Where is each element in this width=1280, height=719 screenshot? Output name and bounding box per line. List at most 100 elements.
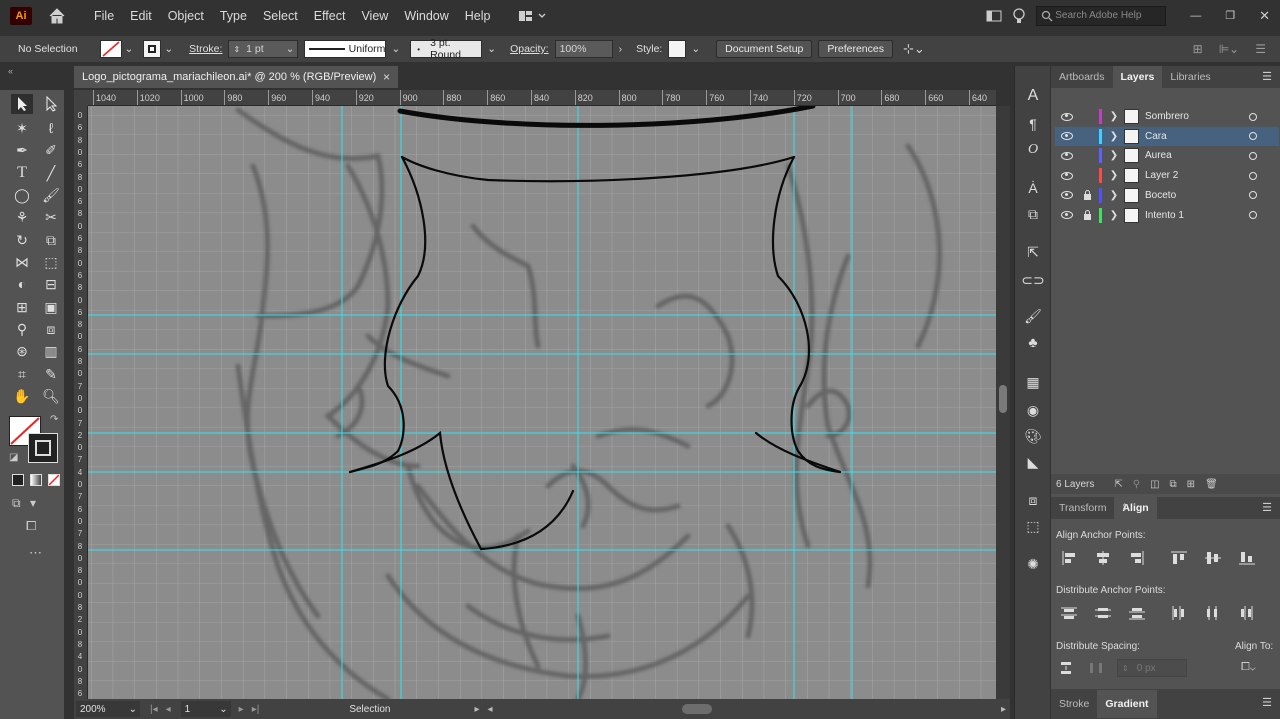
align-right-icon[interactable] — [1127, 550, 1147, 566]
color-mode-icon[interactable] — [12, 474, 24, 486]
free-transform-tool-icon[interactable]: ⬚ — [40, 252, 62, 272]
layer-row[interactable]: ❯ Layer 2 — [1055, 166, 1279, 185]
color-guide-panel-icon[interactable]: ◣ — [1023, 452, 1043, 472]
vertical-distribute-space-icon[interactable] — [1059, 661, 1075, 678]
status-menu-icon[interactable]: ▸ — [474, 704, 479, 715]
layer-name[interactable]: Cara — [1145, 131, 1167, 142]
target-circle-icon[interactable] — [1249, 211, 1257, 219]
swatches-panel-icon[interactable]: ▦ — [1023, 372, 1043, 392]
swap-colors-icon[interactable]: ↷ — [50, 414, 58, 425]
drawing-mode-icon[interactable]: ⧉ — [12, 496, 21, 511]
opacity-field[interactable]: 100% — [554, 40, 613, 58]
target-circle-icon[interactable] — [1249, 191, 1257, 200]
scroll-right-icon[interactable]: ▸ — [1001, 704, 1006, 715]
menu-select[interactable]: Select — [255, 9, 306, 23]
previous-artboard-icon[interactable]: ◂ — [166, 704, 171, 715]
mesh-tool-icon[interactable]: ⊞ — [11, 297, 33, 317]
close-window-icon[interactable]: ✕ — [1259, 8, 1270, 24]
clipping-mask-icon[interactable]: ◫ — [1150, 479, 1159, 490]
blend-tool-icon[interactable]: ⧈ — [40, 319, 62, 339]
stroke-dropdown-icon[interactable]: ⌄ — [164, 43, 173, 55]
expand-chevron-icon[interactable]: ❯ — [1108, 210, 1120, 221]
brush-dropdown-icon[interactable]: ⌄ — [487, 43, 496, 55]
align-horizontal-center-icon[interactable] — [1093, 550, 1113, 566]
document-setup-button[interactable]: Document Setup — [716, 40, 813, 58]
align-vertical-center-icon[interactable] — [1203, 550, 1223, 566]
fill-swatch[interactable] — [99, 40, 122, 58]
visibility-eye-icon[interactable] — [1061, 191, 1073, 200]
collapse-toolbar-icon[interactable]: « — [8, 66, 13, 76]
tab-stroke[interactable]: Stroke — [1051, 693, 1097, 715]
preferences-button[interactable]: Preferences — [818, 40, 893, 58]
fill-dropdown-icon[interactable]: ⌄ — [125, 43, 134, 55]
expand-chevron-icon[interactable]: ❯ — [1108, 170, 1120, 181]
layer-name[interactable]: Intento 1 — [1145, 210, 1184, 221]
opentype-panel-icon[interactable]: O — [1023, 140, 1043, 160]
distribute-top-icon[interactable] — [1059, 605, 1079, 621]
artboard-canvas[interactable] — [88, 106, 996, 699]
tab-transform[interactable]: Transform — [1051, 497, 1114, 519]
layer-row[interactable]: ❯ Boceto — [1055, 186, 1279, 205]
panel-menu-icon[interactable]: ☰ — [1262, 501, 1272, 514]
lock-toggle[interactable] — [1079, 190, 1095, 201]
visibility-eye-icon[interactable] — [1061, 132, 1073, 141]
distribute-right-icon[interactable] — [1237, 605, 1257, 621]
brush-definition[interactable]: • 3 pt. Round — [410, 37, 483, 61]
gradient-mode-icon[interactable] — [30, 474, 42, 486]
vertical-scroll-thumb[interactable] — [999, 385, 1007, 413]
eyedropper-tool-icon[interactable]: ⚲ — [11, 319, 33, 339]
menu-edit[interactable]: Edit — [122, 9, 160, 23]
menu-help[interactable]: Help — [457, 9, 499, 23]
ellipse-tool-icon[interactable]: ◯ — [11, 185, 33, 205]
target-circle-icon[interactable] — [1249, 132, 1257, 141]
distribute-bottom-icon[interactable] — [1127, 605, 1147, 621]
layer-row[interactable]: ❯ Sombrero — [1055, 107, 1279, 126]
panel-menu-icon[interactable]: ☰ — [1262, 70, 1272, 83]
none-mode-icon[interactable] — [48, 474, 60, 486]
artboard-tool-icon[interactable]: ⌗ — [11, 364, 33, 384]
stroke-swatch[interactable] — [143, 40, 162, 58]
visibility-eye-icon[interactable] — [1061, 211, 1073, 219]
menu-object[interactable]: Object — [160, 9, 212, 23]
variable-width-profile[interactable]: Uniform — [304, 40, 387, 58]
column-graph-tool-icon[interactable]: ▥ — [40, 341, 62, 361]
first-artboard-icon[interactable]: |◂ — [150, 704, 158, 715]
stroke-color-box[interactable] — [28, 433, 58, 463]
target-circle-icon[interactable] — [1249, 151, 1257, 160]
distribute-horizontal-center-icon[interactable] — [1203, 605, 1223, 621]
zoom-tool-icon[interactable]: 🔍︎ — [40, 386, 62, 406]
tab-expand-icon[interactable]: ⇕ — [1121, 502, 1129, 513]
rotate-tool-icon[interactable]: ↻ — [11, 230, 33, 250]
lock-toggle[interactable] — [1079, 210, 1095, 220]
shape-builder-tool-icon[interactable]: ◐ — [11, 274, 33, 294]
gradient-tool-icon[interactable]: ▣ — [40, 297, 62, 317]
visibility-eye-icon[interactable] — [1061, 112, 1073, 121]
minimize-icon[interactable]: — — [1190, 10, 1201, 22]
tab-layers[interactable]: Layers — [1112, 66, 1163, 88]
target-circle-icon[interactable] — [1249, 112, 1257, 121]
pathfinder-panel-icon[interactable]: ⧈ — [1023, 490, 1043, 510]
symbol-sprayer-tool-icon[interactable]: ⊛ — [11, 341, 33, 361]
type-tool-icon[interactable]: T — [11, 163, 33, 183]
edit-toolbar-icon[interactable]: ⋯ — [29, 545, 42, 561]
restore-icon[interactable]: ❐ — [1225, 9, 1235, 22]
default-colors-icon[interactable]: ◪ — [9, 452, 18, 463]
layer-name[interactable]: Layer 2 — [1145, 170, 1178, 181]
menu-file[interactable]: File — [86, 9, 122, 23]
align-dropdown-icon[interactable]: ⊫⌄ — [1219, 42, 1240, 56]
tab-artboards[interactable]: Artboards — [1051, 66, 1113, 88]
search-input[interactable]: Search Adobe Help — [1036, 5, 1167, 26]
align-top-icon[interactable] — [1169, 550, 1189, 566]
layer-row[interactable]: ❯ Cara — [1055, 126, 1279, 146]
new-sublayer-icon[interactable]: ⧉ — [1170, 479, 1177, 490]
document-tab[interactable]: Logo_pictograma_mariachileon.ai* @ 200 %… — [74, 66, 398, 88]
export-layer-icon[interactable]: ⇱ — [1114, 479, 1122, 490]
menu-window[interactable]: Window — [396, 9, 456, 23]
tab-gradient[interactable]: Gradient — [1097, 690, 1157, 718]
align-bottom-icon[interactable] — [1237, 550, 1257, 566]
workspace-switcher-icon[interactable] — [517, 8, 547, 24]
layer-name[interactable]: Boceto — [1145, 190, 1176, 201]
export-panel-icon[interactable]: ⇱ — [1023, 242, 1043, 262]
last-artboard-icon[interactable]: ▸| — [252, 704, 260, 715]
link-chain-icon[interactable]: ⊂⊃ — [1021, 270, 1044, 290]
